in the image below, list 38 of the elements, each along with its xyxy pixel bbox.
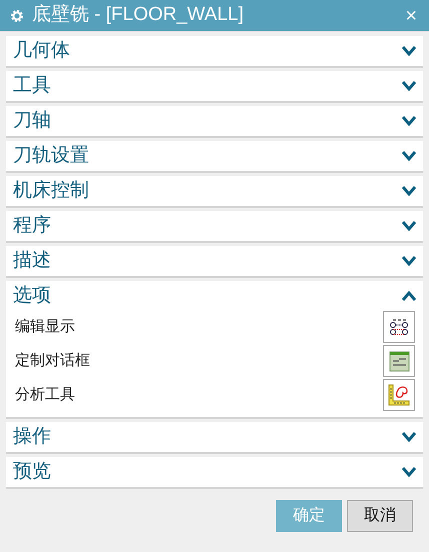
section-header[interactable]: 刀轴 (6, 106, 423, 136)
section-header[interactable]: 描述 (6, 246, 423, 276)
section-header[interactable]: 机床控制 (6, 176, 423, 206)
section-title: 选项 (13, 284, 51, 308)
section-header[interactable]: 选项 (6, 281, 423, 311)
chevron-down-icon (401, 255, 417, 267)
section-title: 程序 (13, 214, 51, 238)
option-button[interactable] (383, 311, 415, 343)
chevron-down-icon (401, 220, 417, 232)
chevron-down-icon (401, 431, 417, 443)
option-button[interactable] (383, 345, 415, 377)
section-header[interactable]: 刀轨设置 (6, 141, 423, 171)
option-label: 定制对话框 (15, 350, 90, 371)
section-title: 刀轴 (13, 108, 51, 133)
gear-icon (10, 8, 24, 22)
section-header[interactable]: 程序 (6, 211, 423, 241)
section-title: 刀轨设置 (13, 144, 89, 168)
section-title: 描述 (13, 248, 51, 273)
section-header[interactable]: 预览 (6, 457, 423, 487)
window-title: 底壁铣 - [FLOOR_WALL] (32, 3, 244, 28)
section-title: 操作 (13, 424, 51, 449)
section-header[interactable]: 几何体 (6, 36, 423, 66)
chevron-down-icon (401, 150, 417, 162)
section-title: 几何体 (13, 38, 70, 63)
chevron-down-icon (401, 45, 417, 57)
option-label: 分析工具 (15, 384, 75, 405)
section-header[interactable]: 工具 (6, 71, 423, 101)
section-title: 预览 (13, 460, 51, 484)
section-header[interactable]: 操作 (6, 422, 423, 452)
section-title: 工具 (13, 74, 51, 98)
section-title: 机床控制 (13, 178, 89, 203)
option-label: 编辑显示 (15, 316, 75, 337)
chevron-down-icon (401, 80, 417, 92)
chevron-up-icon (401, 290, 417, 302)
dialog-button[interactable]: 取消 (347, 500, 413, 532)
chevron-down-icon (401, 466, 417, 478)
chevron-down-icon (401, 115, 417, 127)
chevron-down-icon (401, 185, 417, 197)
